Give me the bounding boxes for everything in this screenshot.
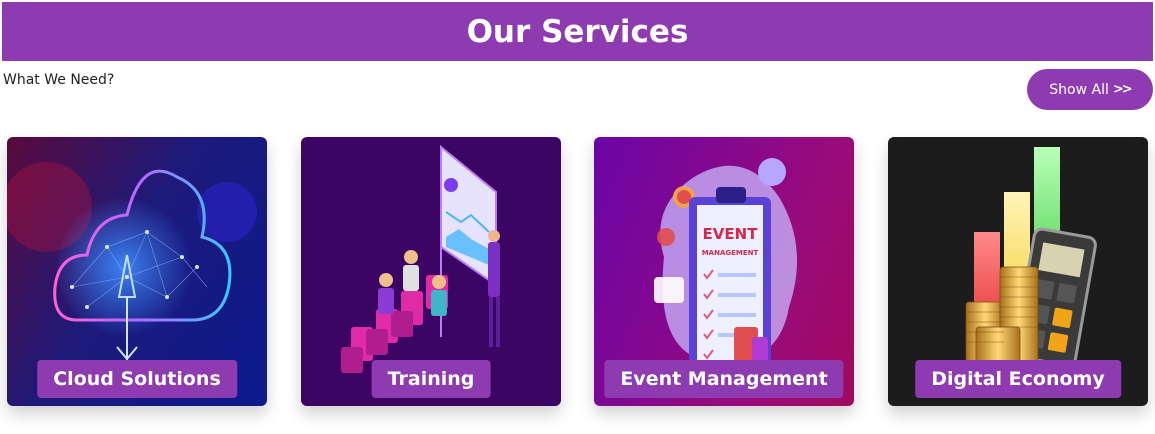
page-title: Our Services [466,13,689,50]
service-card-digital-economy[interactable]: Digital Economy [888,137,1148,406]
page-header: Our Services [2,2,1153,61]
service-card-cloud-solutions[interactable]: Cloud Solutions [7,137,267,406]
show-all-label: Show All [1049,81,1109,98]
service-label: Digital Economy [915,360,1121,398]
service-label: Cloud Solutions [37,360,237,398]
svg-text:EVENT: EVENT [703,225,759,243]
svg-text:MANAGEMENT: MANAGEMENT [702,249,759,257]
service-card-training[interactable]: Training [301,137,561,406]
service-label: Training [371,360,491,398]
double-chevron-right-icon: >> [1112,82,1133,97]
show-all-button[interactable]: Show All >> [1027,69,1153,110]
service-card-event-management[interactable]: EVENT MANAGEMENT Event Management [594,137,854,406]
service-label: Event Management [604,360,844,398]
section-subtitle: What We Need? [3,72,115,88]
